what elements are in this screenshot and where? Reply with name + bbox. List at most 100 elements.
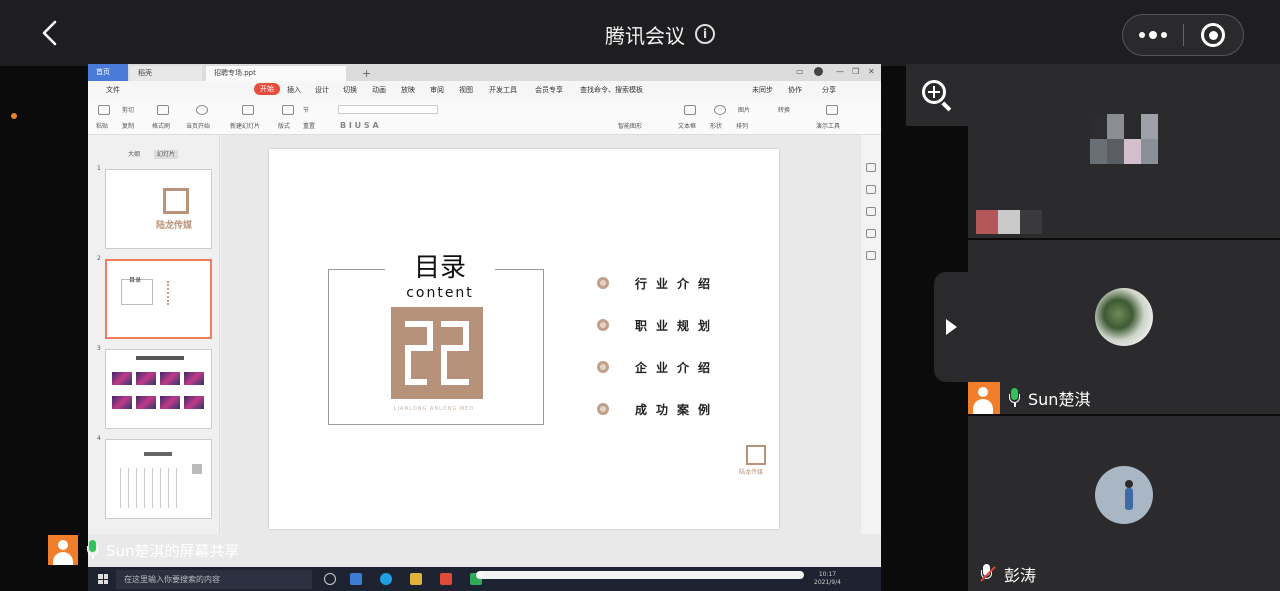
ribbon-new-slide[interactable]: 新建幻灯片 <box>230 121 260 130</box>
new-tab-icon[interactable]: + <box>354 66 371 81</box>
thumb-org-chart <box>120 468 180 508</box>
meeting-title-group: 腾讯会议 i <box>540 18 780 50</box>
menu-view[interactable]: 视图 <box>459 85 473 95</box>
ribbon-convert[interactable]: 转换 <box>778 105 790 114</box>
chevron-left-icon[interactable] <box>36 18 66 48</box>
thumb-bullets <box>167 281 197 305</box>
ribbon-presentation-tools[interactable]: 演示工具 <box>816 121 840 130</box>
ribbon-arrange[interactable]: 排列 <box>736 121 748 130</box>
menu-collab[interactable]: 协作 <box>788 85 802 95</box>
top-bar: 腾讯会议 i <box>0 0 1280 66</box>
shape-icon[interactable] <box>714 105 726 115</box>
window-layout-icon[interactable]: ▭ <box>796 67 804 76</box>
wps-tab-bar: 首页 稻壳 招聘专场.ppt + ▭ — ❐ ✕ <box>88 64 881 81</box>
maximize-icon[interactable]: ❐ <box>852 67 859 76</box>
minimize-icon[interactable]: — <box>836 67 844 76</box>
sharer-name: Sun楚淇的屏幕共享 <box>106 541 240 560</box>
participant-tile[interactable]: 彭涛 <box>968 416 1280 591</box>
backup-icon[interactable] <box>866 251 876 260</box>
logo-caption: LIANLONG ANLONG MED <box>393 406 475 412</box>
menu-sync[interactable]: 未同步 <box>752 85 773 95</box>
windows-start-icon[interactable] <box>98 574 108 584</box>
thumb-number: 2 <box>97 255 101 262</box>
new-slide-icon[interactable] <box>242 105 254 115</box>
ribbon-cut[interactable]: 剪切 <box>122 105 134 114</box>
menu-start[interactable]: 开始 <box>254 83 280 95</box>
presentation-tools-icon[interactable] <box>826 105 838 115</box>
paste-icon[interactable] <box>98 105 110 115</box>
home-indicator[interactable] <box>476 571 804 579</box>
tab-ppt-file[interactable]: 招聘专场.ppt <box>206 66 346 81</box>
ribbon-section[interactable]: 节 <box>303 105 309 114</box>
ribbon-format-painter[interactable]: 格式刷 <box>152 121 170 130</box>
tab-slides[interactable]: 幻灯片 <box>153 150 178 159</box>
shared-screen[interactable]: 首页 稻壳 招聘专场.ppt + ▭ — ❐ ✕ 文件 开始 插入 设计 切换 … <box>88 64 881 591</box>
ribbon-shape[interactable]: 形状 <box>710 121 722 130</box>
current-slide[interactable]: 目录 content LIANLONG ANLONG MED 行业介绍 职业规划… <box>269 149 779 529</box>
toc-item-text: 企业介绍 <box>635 360 720 375</box>
explorer-icon[interactable] <box>350 573 362 585</box>
wps-ribbon: 粘贴 剪切 复制 格式刷 当页开始 新建幻灯片 版式 节 重置 B I U S … <box>88 99 881 135</box>
menu-animation[interactable]: 动画 <box>372 85 386 95</box>
menu-design[interactable]: 设计 <box>315 85 329 95</box>
zoom-button[interactable] <box>906 64 968 126</box>
ribbon-smart-art[interactable]: 智能图形 <box>618 121 642 130</box>
textbox-icon[interactable] <box>684 105 696 115</box>
font-name-select[interactable] <box>338 105 438 114</box>
mic-muted-icon <box>978 564 996 584</box>
menu-search[interactable]: 查找命令、搜索模板 <box>580 85 643 95</box>
menu-slideshow[interactable]: 放映 <box>401 85 415 95</box>
user-avatar-icon[interactable] <box>814 67 823 76</box>
menu-member[interactable]: 会员专享 <box>535 85 563 95</box>
menu-devtools[interactable]: 开发工具 <box>489 85 517 95</box>
menu-transition[interactable]: 切换 <box>343 85 357 95</box>
thumb-title: 陆龙传媒 <box>156 221 193 231</box>
toc-item: 成功案例 <box>597 401 719 417</box>
star-icon[interactable] <box>866 185 876 194</box>
ribbon-start-current[interactable]: 当页开始 <box>186 121 210 130</box>
tab-docer[interactable]: 稻壳 <box>130 66 202 81</box>
thumb-image <box>136 372 156 385</box>
participant-tile[interactable] <box>968 64 1280 238</box>
menu-review[interactable]: 审阅 <box>430 85 444 95</box>
participant-tile[interactable]: Sun楚淇 <box>968 240 1280 414</box>
toc-item-text: 成功案例 <box>635 402 720 417</box>
ribbon-copy[interactable]: 复制 <box>122 121 134 130</box>
task-view-icon[interactable] <box>324 573 336 585</box>
ribbon-textbox[interactable]: 文本框 <box>678 121 696 130</box>
slide-thumb-1[interactable]: 陆龙传媒 <box>105 169 212 249</box>
edge-icon[interactable] <box>380 573 392 585</box>
layout-icon[interactable] <box>282 105 294 115</box>
brand-logo-icon <box>391 307 483 399</box>
participant-label: 彭涛 <box>978 562 1036 586</box>
info-icon[interactable]: i <box>695 24 715 44</box>
folder-icon[interactable] <box>410 573 422 585</box>
wps-icon[interactable] <box>440 573 452 585</box>
menu-file[interactable]: 文件 <box>106 85 120 95</box>
ribbon-picture[interactable]: 图片 <box>738 105 750 114</box>
settings-sliders-icon[interactable] <box>866 163 876 172</box>
taskbar-clock: 10:17 2021/9/4 <box>814 571 841 587</box>
blurred-avatar <box>1090 114 1158 164</box>
picture-icon[interactable] <box>866 207 876 216</box>
ribbon-reset[interactable]: 重置 <box>303 121 315 130</box>
font-style-buttons[interactable]: B I U S A <box>340 121 379 130</box>
slide-thumb-3[interactable] <box>105 349 212 429</box>
menu-insert[interactable]: 插入 <box>287 85 301 95</box>
slide-thumb-2[interactable]: 目录 <box>105 259 212 339</box>
close-icon[interactable]: ✕ <box>868 67 875 76</box>
tab-home[interactable]: 首页 <box>88 64 128 81</box>
taskbar-search[interactable]: 在这里输入你要搜索的内容 <box>116 570 312 589</box>
menu-share[interactable]: 分享 <box>822 85 836 95</box>
slide-thumb-4[interactable] <box>105 439 212 519</box>
play-icon[interactable] <box>196 105 208 115</box>
thumb-image <box>160 396 180 409</box>
ribbon-layout[interactable]: 版式 <box>278 121 290 130</box>
expand-arrow-icon[interactable] <box>934 272 968 382</box>
format-painter-icon[interactable] <box>157 105 169 115</box>
ribbon-paste[interactable]: 粘贴 <box>96 121 108 130</box>
more-dots-icon[interactable] <box>1123 14 1183 56</box>
record-target-icon[interactable] <box>1183 14 1243 56</box>
help-icon[interactable] <box>866 229 876 238</box>
tab-outline[interactable]: 大纲 <box>128 151 140 158</box>
